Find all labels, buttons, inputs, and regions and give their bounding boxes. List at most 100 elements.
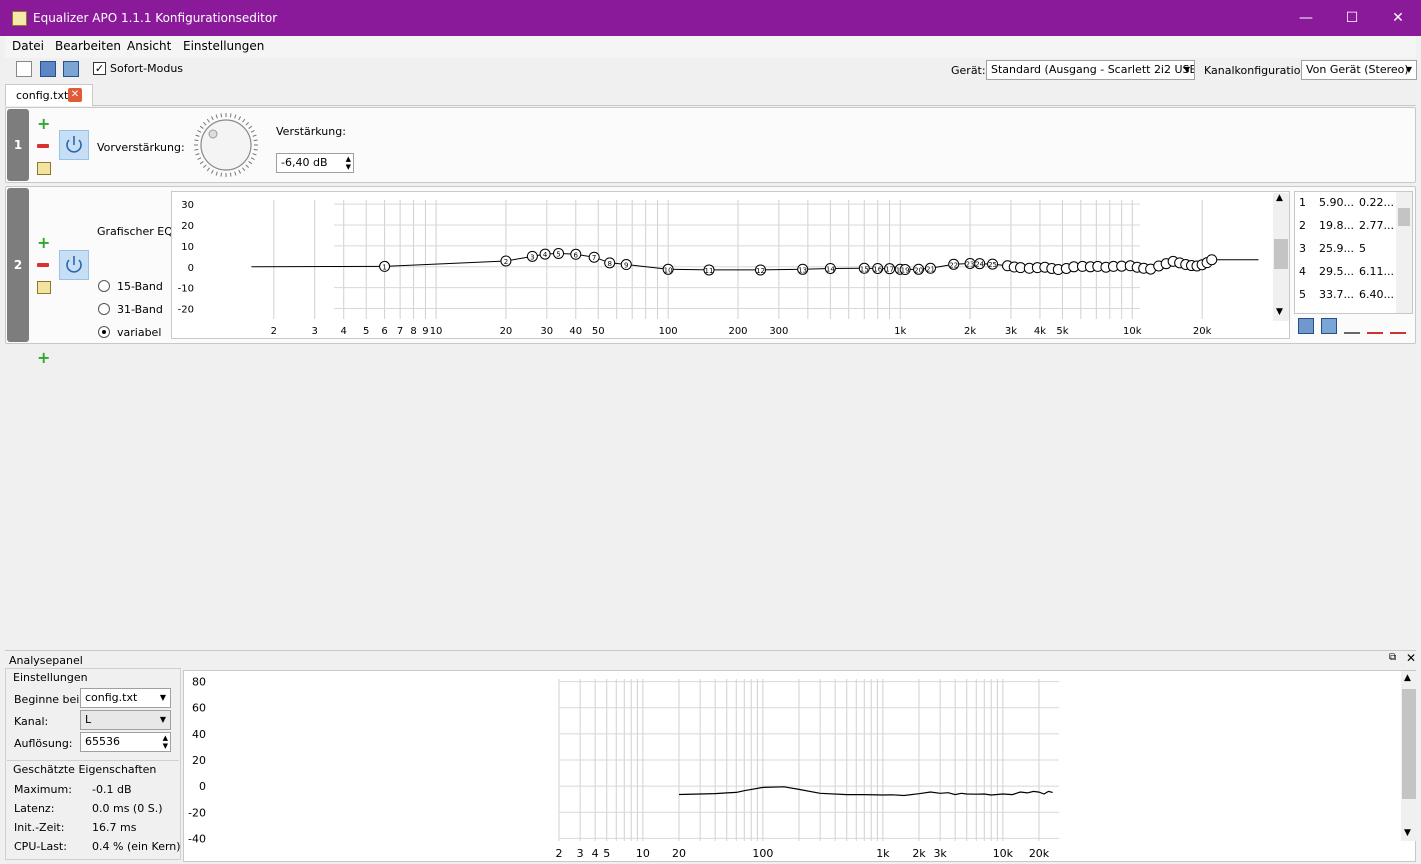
table-scroll-thumb[interactable] (1398, 208, 1410, 226)
eq-point-label: 1 (382, 263, 386, 271)
start-select[interactable]: config.txt ▼ (80, 688, 171, 708)
response-x-tick-label: 4 (592, 847, 599, 860)
table-cell[interactable]: 0.22... (1359, 196, 1395, 209)
eq-point-label: 6 (574, 251, 579, 259)
table-scrollbar[interactable] (1396, 192, 1412, 313)
table-cell[interactable]: 3 (1299, 242, 1317, 255)
scroll-up-icon[interactable]: ▲ (1404, 673, 1411, 683)
menu-ansicht[interactable]: Ansicht (127, 39, 171, 53)
settings-group-title: Einstellungen (13, 671, 88, 684)
response-scrollbar[interactable]: ▲ ▼ (1401, 671, 1417, 841)
close-panel-icon[interactable]: ✕ (1406, 651, 1416, 665)
eq-point-label: 10 (664, 266, 673, 274)
remove-filter-icon[interactable] (37, 144, 49, 148)
add-filter-icon[interactable]: + (37, 350, 50, 366)
close-button[interactable]: ✕ (1375, 0, 1421, 36)
scroll-down-icon[interactable]: ▼ (1276, 307, 1283, 317)
load-table-icon[interactable] (1298, 318, 1314, 334)
spin-arrows-icon[interactable]: ▲ ▼ (163, 734, 168, 750)
table-cell[interactable]: 4 (1299, 265, 1317, 278)
eq-point-label: 22 (949, 261, 958, 269)
eq-scrollbar[interactable]: ▲ ▼ (1273, 193, 1289, 321)
table-cell[interactable]: 5 (1359, 242, 1395, 255)
power-toggle[interactable] (59, 130, 89, 160)
table-cell[interactable]: 5 (1299, 288, 1317, 301)
eq-x-tick-label: 7 (397, 326, 403, 337)
invert-response-icon[interactable] (1344, 318, 1360, 334)
normalize-icon[interactable] (1367, 318, 1383, 334)
scroll-thumb[interactable] (1274, 239, 1288, 269)
save-file-icon[interactable] (63, 61, 79, 77)
eq-x-tick-label: 10 (430, 326, 443, 337)
table-cell[interactable]: 29.5... (1319, 265, 1355, 278)
response-graph[interactable]: 80 60 40 20 0 -20 -40 2 3 4 5 10 20 100 1k 2k 3k 10k 20k (183, 670, 1416, 862)
eq-point-label: 25 (988, 261, 997, 269)
table-cell[interactable]: 19.8... (1319, 219, 1355, 232)
add-filter-icon[interactable]: + (37, 235, 50, 251)
reset-response-icon[interactable] (1390, 318, 1406, 334)
eq-chart[interactable]: 3020100-10-202 3 4 5 6 7 8 9 10 20 30 40 50 100 200 300… (172, 192, 1289, 338)
close-tab-icon[interactable]: ✕ (68, 88, 82, 102)
remove-filter-icon[interactable] (37, 263, 49, 267)
power-toggle[interactable] (59, 250, 89, 280)
spin-arrows-icon[interactable]: ▲ ▼ (346, 155, 351, 171)
scroll-down-icon[interactable]: ▼ (1404, 828, 1411, 838)
response-x-tick-label: 2 (556, 847, 563, 860)
response-y-tick-label: 0 (199, 780, 206, 793)
chevron-down-icon: ▼ (159, 715, 166, 724)
eq-point-label: 13 (798, 266, 807, 274)
eq-x-tick-label: 10k (1123, 326, 1142, 337)
eq-point-label: 5 (556, 250, 560, 258)
eq-y-tick-label: 20 (181, 221, 194, 232)
resolution-spinbox[interactable]: 65536 ▲ ▼ (80, 732, 171, 752)
power-icon (66, 256, 82, 273)
table-cell[interactable]: 6.11... (1359, 265, 1395, 278)
table-cell[interactable]: 6.40... (1359, 288, 1395, 301)
eq-y-tick-label: 10 (181, 242, 194, 253)
minimize-button[interactable]: — (1283, 0, 1329, 36)
eq-x-tick-label: 4 (341, 326, 347, 337)
table-cell[interactable]: 25.9... (1319, 242, 1355, 255)
eq-x-tick-label: 50 (592, 326, 605, 337)
table-cell[interactable]: 2 (1299, 219, 1317, 232)
tab-config[interactable]: config.txt ✕ (5, 84, 93, 106)
eq-point-label: 14 (826, 265, 835, 273)
eq-x-tick-label: 1k (894, 326, 906, 337)
save-table-icon[interactable] (1321, 318, 1337, 334)
response-y-tick-label: 80 (192, 676, 206, 689)
open-file-icon[interactable] (40, 61, 56, 77)
app-icon (12, 11, 27, 26)
gain-spinbox[interactable]: -6,40 dB ▲ ▼ (276, 153, 354, 173)
float-panel-icon[interactable]: ⧉ (1389, 652, 1396, 663)
table-cell[interactable]: 1 (1299, 196, 1317, 209)
device-select[interactable]: Standard (Ausgang - Scarlett 2i2 USB) ▼ (986, 60, 1195, 80)
table-cell[interactable]: 33.7... (1319, 288, 1355, 301)
table-cell[interactable]: 2.77... (1359, 219, 1395, 232)
menu-einstellungen[interactable]: Einstellungen (183, 39, 264, 53)
eq-graph[interactable]: 30 20 10 0 -10 -20 2 3 4 5 6 7 8 9 10 20 30 40 50 100 200 300… (171, 191, 1290, 339)
instant-mode-checkbox[interactable]: ✓ (93, 62, 106, 75)
edit-filter-icon[interactable] (37, 162, 51, 175)
add-filter-icon[interactable]: + (37, 116, 50, 132)
eq-point-label: 20 (914, 266, 923, 274)
response-x-tick-label: 20k (1029, 847, 1050, 860)
scroll-up-icon[interactable]: ▲ (1276, 193, 1283, 203)
channel-select[interactable]: L ▼ (80, 710, 171, 730)
radio-variable[interactable] (98, 326, 110, 338)
scroll-thumb[interactable] (1402, 689, 1416, 799)
edit-filter-icon[interactable] (37, 281, 51, 294)
response-curve (678, 786, 1053, 797)
radio-31-band-label: 31-Band (117, 303, 163, 316)
radio-15-band[interactable] (98, 280, 110, 292)
table-cell[interactable]: 5.90... (1319, 196, 1355, 209)
response-chart[interactable]: 80 60 40 20 0 -20 -40 2 3 4 5 10 20 100 1k 2k 3k 10k 20k (184, 671, 1415, 861)
radio-31-band[interactable] (98, 303, 110, 315)
menu-datei[interactable]: Datei (12, 39, 44, 53)
channel-config-select[interactable]: Von Gerät (Stereo) ▼ (1301, 60, 1417, 80)
eq-x-tick-label: 100 (659, 326, 678, 337)
menu-bearbeiten[interactable]: Bearbeiten (55, 39, 121, 53)
new-file-icon[interactable] (16, 61, 32, 77)
maximize-button[interactable]: ☐ (1329, 0, 1375, 36)
gain-knob[interactable] (193, 112, 259, 178)
response-y-tick-label: -40 (188, 832, 206, 845)
